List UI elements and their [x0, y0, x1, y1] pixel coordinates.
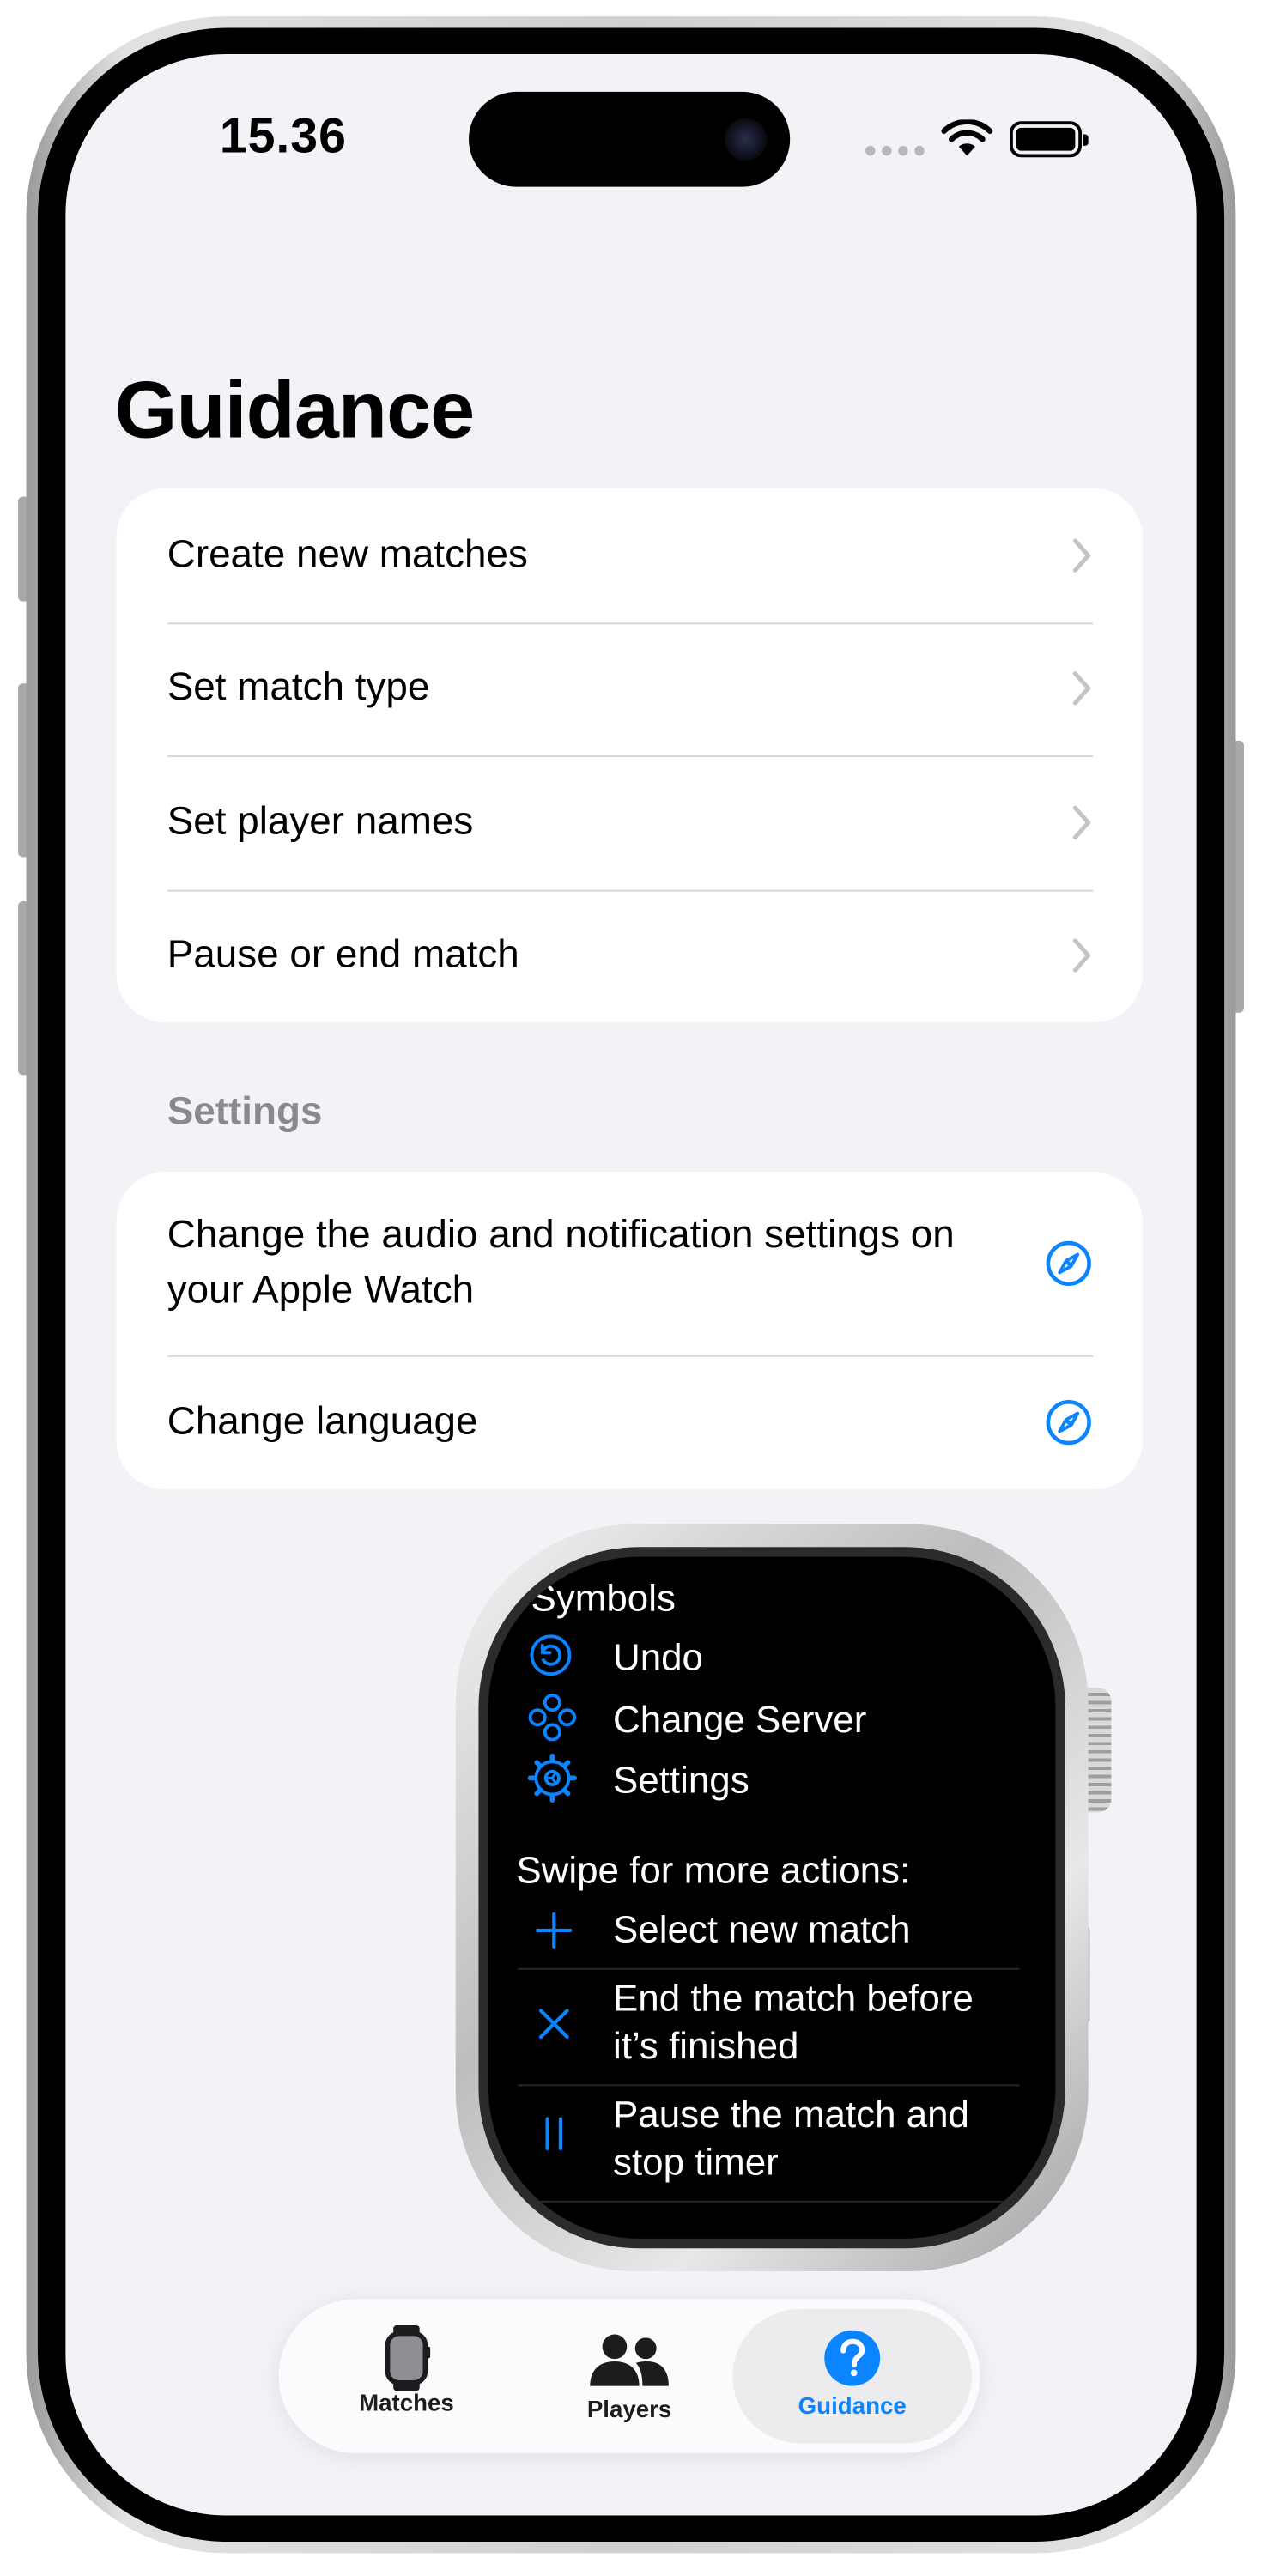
tab-label: Guidance	[798, 2394, 907, 2421]
cellular-signal-icon	[865, 145, 925, 156]
applewatch-icon	[385, 2325, 431, 2391]
watch-swipe-title: Swipe for more actions:	[516, 1848, 911, 1892]
watch-display: Symbols Undo Change Server Settings Swip…	[488, 1556, 1056, 2239]
watch-action-label-line2: stop timer	[613, 2140, 779, 2183]
tab-label: Matches	[359, 2391, 454, 2417]
tab-guidance[interactable]: Guidance	[732, 2308, 973, 2444]
watch-action-label: Pause the match and	[613, 2092, 969, 2136]
people-icon	[590, 2334, 669, 2386]
guidance-item-set-player-names[interactable]: Set player names	[117, 755, 1143, 889]
guidance-item-set-match-type[interactable]: Set match type	[117, 621, 1143, 756]
guidance-item-label: Pause or end match	[167, 932, 519, 978]
guidance-item-label: Create new matches	[167, 531, 528, 577]
watch-symbol-label: Change Server	[613, 1697, 867, 1741]
battery-icon	[1010, 121, 1089, 158]
plus-icon	[536, 1912, 573, 1949]
settings-item-label: Change the audio and notification settin…	[167, 1212, 955, 1313]
tab-bar: Matches Players Guidance	[278, 2299, 980, 2453]
undo-icon	[530, 1634, 572, 1676]
compass-icon	[1046, 1399, 1091, 1446]
guidance-list: Create new matches Set match type Set pl…	[116, 488, 1143, 1023]
settings-list: Change the audio and notification settin…	[116, 1172, 1143, 1490]
watch-symbols-title: Symbols	[531, 1576, 676, 1620]
status-time: 15.36	[219, 109, 347, 164]
settings-item-change-language[interactable]: Change language	[117, 1355, 1143, 1490]
apple-watch-illustration: Symbols Undo Change Server Settings Swip…	[455, 1524, 1118, 2272]
watch-action-label: Select new match	[613, 1907, 911, 1950]
guidance-item-label: Set player names	[167, 799, 474, 844]
device-mockup: 15.36 Guidance Create new matches Set ma…	[0, 0, 1262, 2576]
chevron-right-icon	[1072, 671, 1091, 706]
compass-icon	[1046, 1240, 1091, 1287]
settings-item-label: Change language	[167, 1399, 478, 1444]
guidance-item-pause-or-end-match[interactable]: Pause or end match	[117, 888, 1143, 1023]
phone-screen: 15.36 Guidance Create new matches Set ma…	[65, 54, 1197, 2516]
settings-item-audio-notifications[interactable]: Change the audio and notification settin…	[117, 1172, 1143, 1355]
watch-action-label: End the match before	[613, 1976, 974, 2020]
watch-divider	[518, 2200, 1020, 2203]
watch-divider	[518, 2084, 1020, 2087]
chevron-right-icon	[1072, 538, 1091, 573]
watch-symbol-label: Settings	[613, 1758, 749, 1802]
chevron-right-icon	[1072, 938, 1091, 973]
xmark-icon	[538, 2009, 569, 2040]
settings-section-header: Settings	[167, 1089, 323, 1135]
tab-players[interactable]: Players	[508, 2299, 751, 2452]
camera-icon	[724, 118, 768, 161]
question-circle-icon	[824, 2330, 881, 2386]
change-server-icon	[528, 1694, 577, 1742]
guidance-item-label: Set match type	[167, 665, 430, 711]
guidance-item-create-new-matches[interactable]: Create new matches	[117, 488, 1143, 622]
wifi-icon	[941, 119, 993, 156]
watch-divider	[518, 1967, 1020, 1970]
chevron-right-icon	[1072, 805, 1091, 839]
watch-action-label-line2: it’s finished	[613, 2023, 799, 2067]
dynamic-island	[469, 91, 791, 187]
pause-icon	[545, 2117, 563, 2150]
settings-gear-icon	[527, 1753, 578, 1803]
page-title: Guidance	[114, 367, 476, 456]
tab-matches[interactable]: Matches	[285, 2299, 528, 2452]
watch-symbol-label: Undo	[613, 1635, 703, 1678]
tab-label: Players	[586, 2397, 672, 2424]
